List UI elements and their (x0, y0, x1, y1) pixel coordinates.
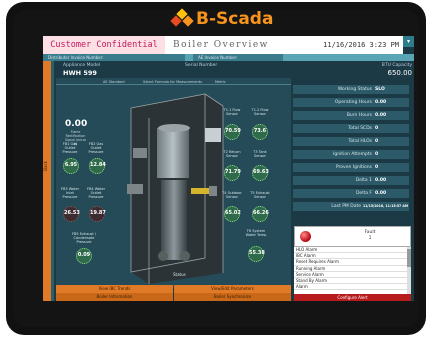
t2-sensor-label: T2 Return Sensor (223, 150, 241, 158)
status-row-value: 0.00 (375, 100, 387, 105)
fb1-sensor-gauge[interactable]: 6.95 (63, 158, 79, 174)
status-row: Burn Hours 0.00 (293, 111, 409, 120)
status-row-value: 0 (375, 126, 379, 131)
fault-panel[interactable]: Fault 1 (294, 226, 411, 247)
fb2-sensor-gauge[interactable]: 12.84 (89, 158, 106, 174)
t5-sensor-label: T5 Exhaust Sensor (250, 191, 270, 199)
btu-capacity-label: BTU Capacity (381, 63, 412, 68)
fb5-sensor-gauge[interactable]: 0.09 (76, 248, 92, 264)
fb2-sensor-label: FB2 Gas Outlet Pressure (88, 142, 104, 154)
status-row-label: Burn Hours (346, 113, 372, 118)
logo-diamonds-icon (170, 8, 194, 28)
status-row: Total HLOs 0 (293, 137, 409, 146)
fb4-sensor-label: FB4 Water Outlet Pressure (86, 187, 106, 199)
t4-sensor-gauge[interactable]: 65.02 (224, 206, 241, 222)
alarm-scrollbar[interactable] (407, 247, 411, 294)
boiler-synchronize-button[interactable]: Boiler Synchronize (174, 293, 291, 301)
flame-signal-value: 0.00 (65, 119, 88, 129)
t12-sensor-label: T1.2 Flow Sensor (251, 108, 269, 116)
btu-capacity-value: 650.00 (387, 69, 413, 77)
t6-sensor-label: T6 System Water Temp (245, 229, 267, 237)
boiler-status-label: Status (173, 272, 186, 277)
status-row-value: 0 (375, 139, 379, 144)
fb1-sensor-label: FB1 Gas Outlet Pressure (62, 142, 78, 154)
t3-sensor-label: T3 Tank Sensor (253, 150, 267, 158)
status-row-label: Proven Ignitions (335, 165, 372, 170)
fb4-sensor-gauge[interactable]: 19.87 (89, 206, 106, 222)
appliance-model-label: Appliance Model (63, 63, 101, 68)
brand-logo: B-Scada (170, 8, 274, 30)
status-row-label: Operating Hours (334, 100, 372, 105)
t2-sensor-gauge[interactable]: 71.79 (224, 165, 241, 181)
ae-invoice-field[interactable] (283, 54, 414, 61)
status-row: Delta 1 0.00 (293, 176, 409, 185)
t5-sensor-gauge[interactable]: 66.26 (252, 206, 269, 222)
status-row-value: 0 (375, 165, 379, 170)
fault-count: 1 (368, 236, 372, 241)
status-row: Last PM Date 11/15/2016, 11:15:57 AM (293, 202, 409, 211)
status-row: Operating Hours 0.00 (293, 98, 409, 107)
status-row-value: 0.00 (375, 191, 387, 196)
status-row-value: SLO (375, 87, 385, 92)
page-title: Boiler Overview (165, 36, 328, 54)
view-edit-parameters-button[interactable]: View/Edit Parameters (174, 285, 291, 293)
alarm-scroll-thumb[interactable] (407, 249, 411, 267)
status-row-value: 0.00 (375, 113, 387, 118)
distributor-invoice-label: Distributor Invoice Number: (43, 54, 185, 61)
status-row: Ignition Attempts 0 (293, 150, 409, 159)
status-row: Proven Ignitions 0 (293, 163, 409, 172)
status-row-label: Total HLOs (348, 139, 372, 144)
diagram-divider (56, 84, 291, 85)
status-row-label: Delta F (355, 191, 372, 196)
status-row: Working Status SLO (293, 85, 409, 94)
menu-chevron-down-icon[interactable]: ▾ (403, 36, 414, 47)
alarm-item[interactable]: Alarm (294, 284, 411, 291)
sidebar-divider (51, 61, 54, 301)
status-row-value: 0.00 (375, 178, 387, 183)
app-screen: Customer Confidential Boiler Overview 11… (43, 36, 414, 301)
serial-number-label: Serial Number (185, 63, 218, 68)
status-row-label: Total SCDs (348, 126, 372, 131)
status-row-value: 0 (375, 152, 379, 157)
t6-sensor-gauge[interactable]: 55.38 (248, 246, 265, 262)
status-row-label: Working Status (337, 87, 372, 92)
status-row-label: Ignition Attempts (333, 152, 372, 157)
brand-name: B-Scada (196, 8, 274, 29)
status-row-value: 11/15/2016, 11:15:57 AM (363, 204, 408, 208)
datetime-display: 11/16/2016 3:23 PM (315, 36, 403, 54)
back-button[interactable]: Back (43, 61, 51, 301)
t11-sensor-gauge[interactable]: 70.59 (224, 124, 241, 140)
fb3-sensor-label: FB3 Water Inlet Pressure (60, 187, 80, 199)
status-row: Total SCDs 0 (293, 124, 409, 133)
t12-sensor-gauge[interactable]: 73.6 (252, 124, 268, 140)
fb5-sensor-label: FB5 Exhaust / Condensate Pressure (71, 232, 97, 244)
distributor-invoice-field[interactable] (185, 54, 193, 61)
fault-indicator-icon (300, 231, 311, 242)
boiler-information-button[interactable]: Boiler Information (56, 293, 173, 301)
status-row-label: Delta 1 (355, 178, 372, 183)
configure-alert-button[interactable]: Configure Alert (294, 294, 411, 301)
back-label: Back (43, 161, 48, 171)
boiler-illustration (127, 93, 224, 284)
ae-invoice-label: AE Invoice Number: (193, 54, 283, 61)
status-row: Delta F 0.00 (293, 189, 409, 198)
view-ibc-trends-button[interactable]: View IBC Trends (56, 285, 173, 293)
alarm-list[interactable]: HLO Alarm IBC Alarm Reset Requires Alarm… (294, 247, 411, 294)
confidential-label: Customer Confidential (43, 36, 165, 54)
appliance-model-value: HWH 599 (63, 69, 97, 77)
t11-sensor-label: T1.1 Flow Sensor (223, 108, 241, 116)
fb3-sensor-gauge[interactable]: 26.53 (63, 206, 80, 222)
status-row-label: Last PM Date (331, 204, 361, 209)
fault-title: Fault (364, 230, 376, 235)
t4-sensor-label: T4 Outdoor Sensor (222, 191, 242, 199)
t3-sensor-gauge[interactable]: 69.63 (252, 165, 269, 181)
